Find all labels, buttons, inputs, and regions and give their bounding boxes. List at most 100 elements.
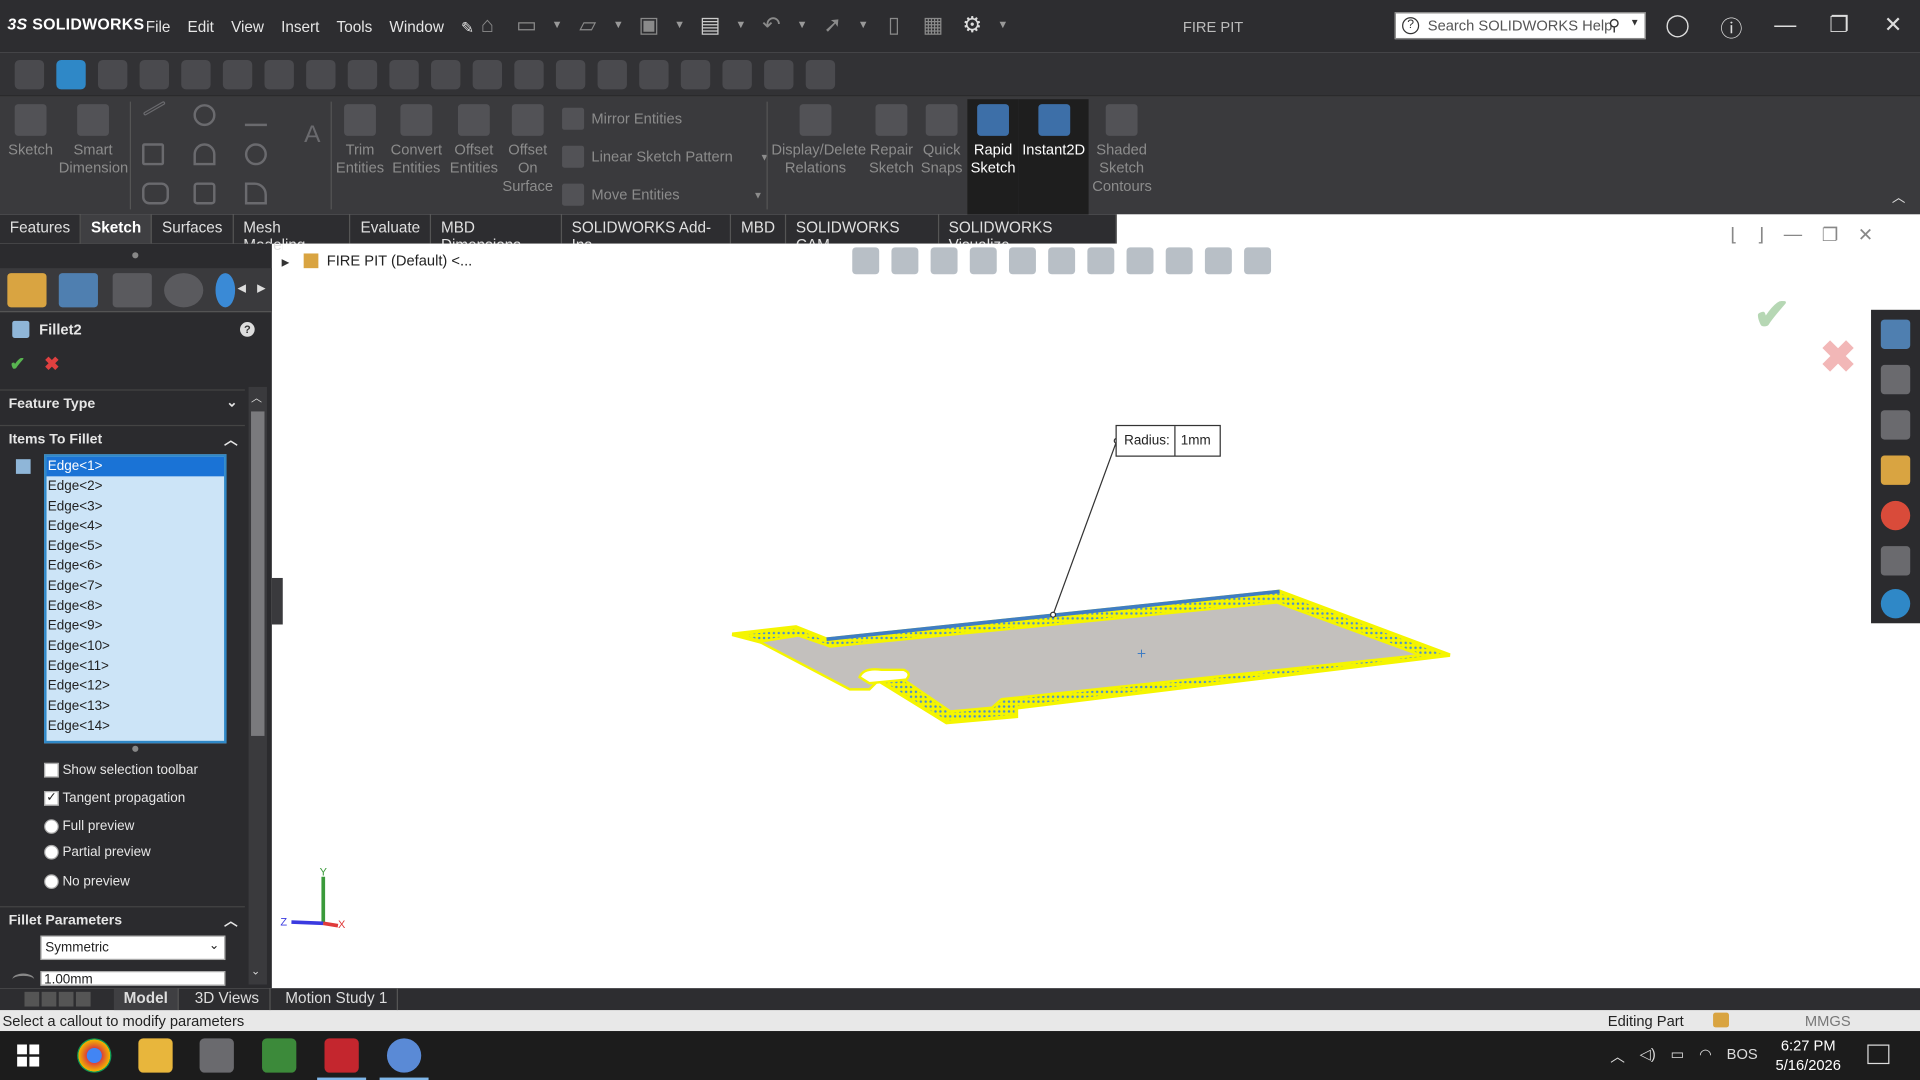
rapid-sketch-button[interactable]: Rapid Sketch [967, 99, 1019, 215]
chevron-up-icon[interactable]: ︿ [1892, 187, 1905, 207]
tab-visualize[interactable]: SOLIDWORKS Visualize [939, 214, 1117, 253]
gear-icon[interactable]: ⚙ [958, 10, 987, 39]
list-item[interactable]: Edge<14> [47, 716, 225, 736]
partial-preview-radio[interactable]: Partial preview [44, 844, 151, 860]
radio[interactable] [44, 874, 59, 889]
checkbox[interactable]: ✓ [44, 791, 59, 806]
offset-on-surface-button[interactable]: Offset On Surface [502, 104, 553, 196]
toolbar-icon[interactable] [555, 60, 586, 90]
feature-tree-root[interactable]: ▶ FIRE PIT (Default) <... [282, 252, 473, 269]
open-icon[interactable]: ▱ [573, 10, 602, 39]
zoom-to-fit-icon[interactable] [852, 247, 880, 275]
chrome-icon[interactable] [77, 1038, 112, 1073]
radius-input[interactable]: 1.00mm [40, 971, 226, 986]
file-explorer-icon[interactable] [1880, 410, 1911, 440]
radio[interactable] [44, 819, 59, 834]
toolbar-icon[interactable] [181, 60, 211, 90]
checkbox[interactable] [44, 762, 59, 778]
save-icon[interactable]: ▣ [634, 10, 663, 39]
chevron-right-icon[interactable]: ▶ [257, 282, 265, 295]
toolbar-icon[interactable] [805, 60, 836, 90]
toolbar-icon[interactable] [639, 60, 669, 90]
tab-mesh-modeling[interactable]: Mesh Modeling [233, 214, 351, 253]
spreadsheet-icon[interactable] [262, 1038, 297, 1073]
appearances-icon[interactable] [1880, 500, 1911, 531]
dimxpert-manager-icon[interactable] [164, 273, 204, 308]
slot-icon[interactable] [142, 182, 169, 205]
section-fillet-parameters[interactable]: Fillet Parameters ︿ [0, 906, 245, 933]
search-input[interactable]: ? Search SOLIDWORKS Help ⚲ ▼ [1394, 12, 1646, 40]
chevron-down-icon[interactable]: ▼ [997, 10, 1009, 39]
shaded-sketch-contours-button[interactable]: Shaded Sketch Contours [1092, 104, 1152, 196]
scroll-thumb[interactable] [251, 411, 265, 736]
first-tab-icon[interactable] [24, 991, 40, 1007]
toolbar-icon[interactable] [56, 60, 86, 90]
hide-show-items-icon[interactable] [1126, 247, 1154, 275]
user-account-icon[interactable]: ◯ [1663, 12, 1692, 41]
toolbar-icon[interactable] [472, 60, 503, 90]
menu-tools[interactable]: Tools [328, 18, 381, 36]
tab-surfaces[interactable]: Surfaces [152, 214, 234, 244]
smart-dimension-button[interactable]: Smart Dimension [59, 104, 128, 177]
tab-sketch[interactable]: Sketch [81, 214, 153, 244]
list-item[interactable]: Edge<7> [47, 576, 225, 596]
toolbar-icon[interactable] [306, 60, 336, 90]
chevron-down-icon[interactable]: ⌄ [251, 965, 260, 978]
tab-features[interactable]: Features [0, 214, 82, 244]
toolbar-icon[interactable] [680, 60, 711, 90]
file-explorer-icon[interactable] [138, 1038, 173, 1073]
section-items-to-fillet[interactable]: Items To Fillet ︿ [0, 424, 245, 452]
last-tab-icon[interactable] [75, 991, 91, 1007]
tab-addins[interactable]: SOLIDWORKS Add-Ins [562, 214, 732, 253]
tangent-propagation-checkbox[interactable]: ✓ Tangent propagation [44, 791, 185, 806]
paint-icon[interactable] [379, 1038, 429, 1080]
notification-icon[interactable] [1867, 1044, 1890, 1065]
cancel-icon[interactable]: ✖ [44, 353, 59, 375]
expand-right-icon[interactable]: ⌋ [1757, 224, 1764, 246]
toolbar-icon[interactable] [597, 60, 627, 90]
quick-snaps-button[interactable]: Quick Snaps [920, 104, 964, 177]
next-tab-icon[interactable] [58, 991, 74, 1007]
chevron-down-icon[interactable]: ▼ [753, 189, 763, 200]
view-palette-icon[interactable] [1880, 455, 1911, 485]
menu-edit[interactable]: Edit [179, 18, 223, 36]
toolbar-icon[interactable] [139, 60, 169, 90]
display-delete-relations-button[interactable]: Display/Delete Relations [771, 104, 866, 177]
confirm-cancel-icon[interactable]: ✖ [1820, 332, 1857, 383]
toolbar-icon[interactable] [14, 60, 45, 90]
full-preview-radio[interactable]: Full preview [44, 819, 134, 834]
edit-appearance-icon[interactable] [1165, 247, 1193, 275]
radio[interactable] [44, 844, 59, 860]
property-manager-icon[interactable] [58, 273, 98, 308]
arc-icon[interactable] [193, 143, 216, 166]
solidworks-taskbar-icon[interactable] [317, 1038, 367, 1080]
rectangle-icon[interactable] [142, 143, 165, 166]
tab-mbd-dimensions[interactable]: MBD Dimensions [431, 214, 562, 253]
configuration-manager-icon[interactable] [112, 273, 152, 308]
toolbar-icon[interactable] [389, 60, 419, 90]
feature-manager-icon[interactable] [7, 273, 47, 308]
print-icon[interactable]: ▤ [696, 10, 725, 39]
line-icon[interactable] [142, 100, 166, 117]
undo-icon[interactable]: ↶ [757, 10, 786, 39]
rebuild-status-icon[interactable] [1713, 1012, 1729, 1028]
menu-window[interactable]: Window [381, 18, 453, 36]
section-feature-type[interactable]: Feature Type ⌄ [0, 389, 245, 416]
tab-mbd[interactable]: MBD [731, 214, 787, 244]
section-view-icon[interactable] [969, 247, 997, 275]
zoom-to-area-icon[interactable] [891, 247, 919, 275]
fillet-method-select[interactable]: Symmetric ⌄ [40, 935, 226, 961]
display-style-icon[interactable] [1087, 247, 1115, 275]
repair-sketch-button[interactable]: Repair Sketch [867, 104, 916, 177]
list-item[interactable]: Edge<2> [47, 477, 225, 497]
view-settings-icon[interactable] [1244, 247, 1272, 275]
tab-3d-views[interactable]: 3D Views [185, 988, 271, 1011]
polygon-icon[interactable] [193, 182, 216, 205]
list-item[interactable]: Edge<9> [47, 616, 225, 636]
no-preview-radio[interactable]: No preview [44, 874, 130, 889]
select-icon[interactable]: ➚ [818, 10, 847, 39]
panel-scrollbar[interactable]: ︿ ⌄ [248, 386, 267, 985]
chevron-down-icon[interactable]: ▼ [735, 10, 747, 39]
chevron-down-icon[interactable]: ▼ [857, 10, 869, 39]
app-logo[interactable]: 3S SOLIDWORKS [7, 15, 144, 33]
